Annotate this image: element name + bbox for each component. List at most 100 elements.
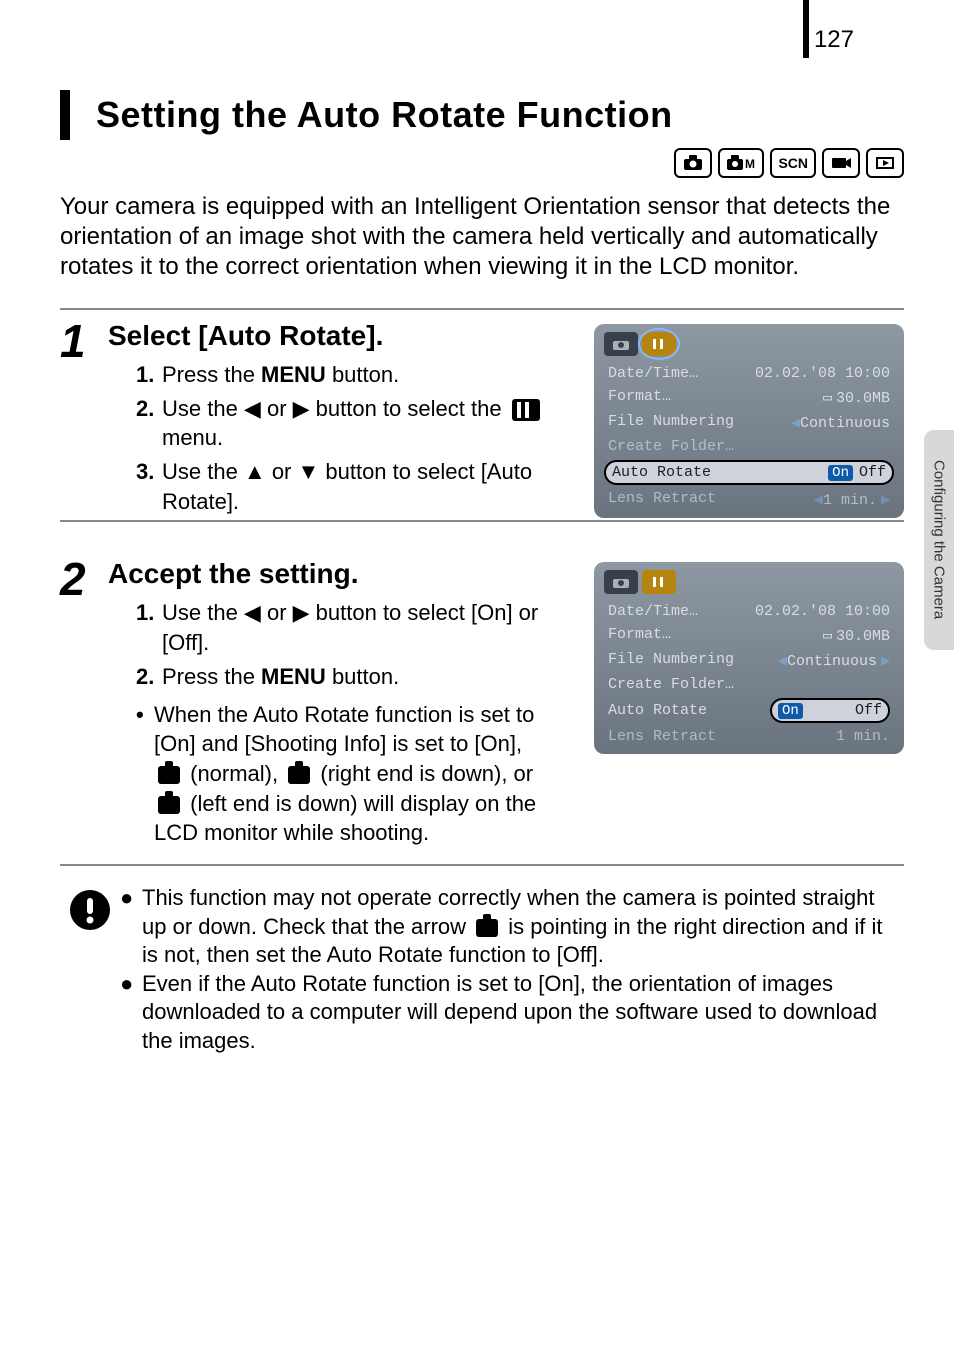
step1-item3-num: 3. (136, 457, 162, 516)
label: Auto Rotate (612, 464, 711, 481)
header-rule (803, 0, 809, 58)
side-tab-label: Configuring the Camera (931, 460, 948, 619)
disk-icon (823, 390, 836, 407)
label: Lens Retract (608, 490, 716, 509)
on-badge: On (778, 703, 803, 719)
step1-item2-num: 2. (136, 394, 162, 453)
menu-tabs (600, 568, 898, 600)
page: 127 Configuring the Camera Setting the A… (0, 0, 954, 1351)
menu-row-format: Format…30.0MB (600, 623, 898, 648)
step1-item1-num: 1. (136, 360, 162, 390)
step2-item2-text: Press the MENU button. (162, 662, 546, 692)
frag: menu. (162, 425, 223, 450)
onoff: On Off (828, 464, 886, 481)
frag: (left end is down) will display on the L… (154, 791, 536, 846)
step2-item2: 2. Press the MENU button. (136, 662, 546, 692)
disk-icon (823, 628, 836, 645)
menu-row-folder: Create Folder… (600, 673, 898, 696)
label: Date/Time… (608, 603, 698, 620)
step1-item2: 2. Use the ◀ or ▶ button to select the m… (136, 394, 546, 453)
menu-word: MENU (261, 664, 326, 689)
mode-icon-camera (674, 148, 712, 178)
value: 30.0MB (836, 628, 890, 645)
value: 30.0MB (836, 390, 890, 407)
label: Auto Rotate (608, 702, 707, 719)
svg-text:M: M (745, 157, 755, 171)
menu-screenshot-2: Date/Time…02.02.'08 10:00 Format…30.0MB … (594, 562, 904, 754)
menu-row-date: Date/Time… 02.02.'08 10:00 (600, 600, 898, 623)
step1-item3-text: Use the ▲ or ▼ button to select [Auto Ro… (162, 457, 546, 516)
caution-text-2: Even if the Auto Rotate function is set … (142, 970, 904, 1056)
caution-item-1: ● This function may not operate correctl… (120, 884, 904, 970)
side-tab: Configuring the Camera (924, 430, 954, 650)
orientation-normal-icon (158, 766, 180, 784)
bullet-dot: • (136, 700, 154, 848)
menu-row-folder: Create Folder… (600, 435, 898, 458)
step2-bullet-text: When the Auto Rotate function is set to … (154, 700, 546, 848)
label: Format… (608, 388, 671, 407)
value: 1 min. (836, 728, 890, 745)
value: 02.02.'08 10:00 (755, 365, 890, 382)
frag: (right end is down), or (314, 761, 533, 786)
menu-row-autorotate: Auto Rotate On Off (600, 696, 898, 725)
menu-row-filenum: File Numbering◀Continuous▶ (600, 648, 898, 673)
step1-item1: 1. Press the MENU button. (136, 360, 546, 390)
menu-screenshot-1: Date/Time…02.02.'08 10:00 Format…30.0MB … (594, 324, 904, 518)
frag: Press the (162, 664, 261, 689)
tab-camera-icon (604, 570, 638, 594)
caution-block: ● This function may not operate correctl… (60, 884, 904, 1056)
frag: Press the (162, 362, 261, 387)
right-arrow-icon: ▶ (881, 492, 890, 509)
label: Create Folder… (608, 676, 734, 693)
mode-icon-playback (866, 148, 904, 178)
tab-camera-icon (604, 332, 638, 356)
frag: (normal), (184, 761, 284, 786)
step1-item1-text: Press the MENU button. (162, 360, 546, 390)
left-arrow-icon: ◀ (791, 415, 800, 432)
orientation-right-icon (288, 766, 310, 784)
mode-icon-scn: SCN (770, 148, 816, 178)
on-badge: On (828, 465, 853, 481)
orientation-left-icon (158, 796, 180, 814)
auto-rotate-highlight: Auto Rotate On Off (604, 460, 894, 485)
step-2-number: 2 (60, 552, 86, 606)
frag: When the Auto Rotate function is set to … (154, 702, 534, 757)
step1-item2-text: Use the ◀ or ▶ button to select the menu… (162, 394, 546, 453)
label: Create Folder… (608, 438, 734, 455)
caution-text-1: This function may not operate correctly … (142, 884, 904, 970)
tab-tools-icon (642, 332, 676, 356)
label: File Numbering (608, 651, 734, 670)
step2-item1-num: 1. (136, 598, 162, 657)
caution-icon (60, 884, 120, 1056)
off-label: Off (855, 702, 882, 719)
menu-row-lens: Lens Retract 1 min. (600, 725, 898, 748)
menu-tabs (600, 330, 898, 362)
mode-icon-movie (822, 148, 860, 178)
value: Continuous (800, 415, 890, 432)
caution-item-2: ● Even if the Auto Rotate function is se… (120, 970, 904, 1056)
menu-row-date: Date/Time… 02.02.'08 10:00 (600, 362, 898, 385)
left-arrow-icon: ◀ (778, 653, 787, 670)
value: 1 min. (823, 492, 877, 509)
value: Continuous (787, 653, 877, 670)
section-title-wrap: Setting the Auto Rotate Function (60, 90, 904, 140)
page-number: 127 (814, 26, 854, 54)
tools-menu-icon (512, 399, 540, 421)
tab-tools-icon (642, 570, 676, 594)
frag: Use the ◀ or ▶ button to select the (162, 396, 508, 421)
off-label: Off (859, 464, 886, 481)
onoff-highlight: On Off (770, 698, 890, 723)
step-1: 1 Select [Auto Rotate]. 1. Press the MEN… (60, 308, 904, 522)
frag: button. (326, 664, 399, 689)
step2-bullet: • When the Auto Rotate function is set t… (136, 700, 546, 848)
label: Date/Time… (608, 365, 698, 382)
menu-row-filenum: File Numbering ◀Continuous (600, 410, 898, 435)
label: File Numbering (608, 413, 734, 432)
mode-icon-camera-m: M (718, 148, 764, 178)
step2-item1-text: Use the ◀ or ▶ button to select [On] or … (162, 598, 546, 657)
frag: button. (326, 362, 399, 387)
bullet-dot: ● (120, 884, 142, 970)
label: Lens Retract (608, 728, 716, 745)
value: 02.02.'08 10:00 (755, 603, 890, 620)
orientation-arrow-icon (476, 919, 498, 937)
